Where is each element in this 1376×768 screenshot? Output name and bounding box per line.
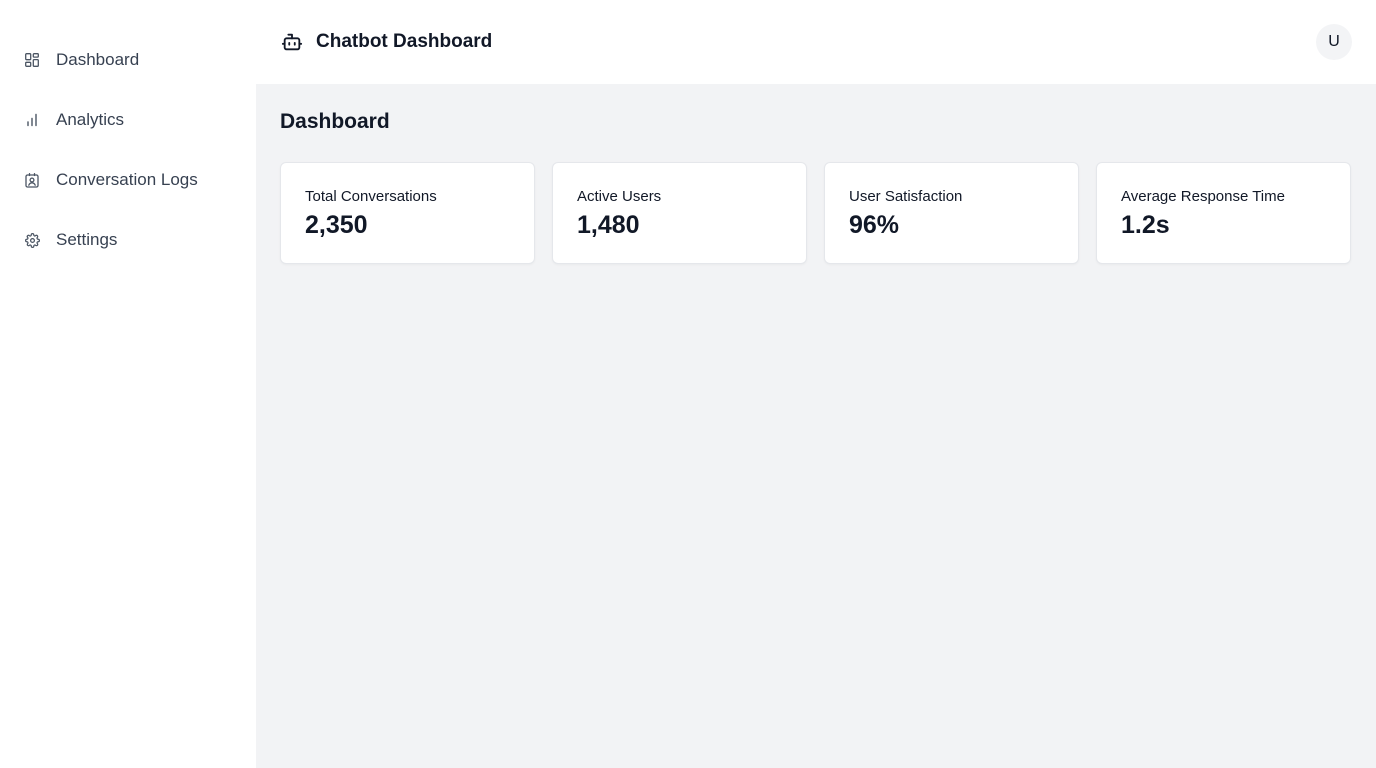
app-title: Chatbot Dashboard — [316, 31, 493, 52]
stat-value: 1,480 — [577, 211, 640, 239]
dashboard-grid-icon — [24, 52, 40, 68]
stats-cards: Total Conversations 2,350 Active Users 1… — [280, 162, 1352, 264]
sidebar-item-conversation-logs[interactable]: Conversation Logs — [0, 160, 256, 200]
stat-card-total-conversations: Total Conversations 2,350 — [280, 162, 535, 264]
sidebar-item-label: Analytics — [56, 110, 125, 129]
stat-label: Average Response Time — [1121, 188, 1285, 205]
stat-card-average-response-time: Average Response Time 1.2s — [1096, 162, 1351, 264]
stat-card-active-users: Active Users 1,480 — [552, 162, 807, 264]
stat-value: 96% — [849, 211, 900, 239]
sidebar-item-analytics[interactable]: Analytics — [0, 100, 256, 140]
sidebar-item-settings[interactable]: Settings — [0, 220, 256, 260]
sidebar-item-dashboard[interactable]: Dashboard — [0, 40, 256, 80]
sidebar: Dashboard Analytics Conversation Logs Se… — [0, 0, 256, 768]
bar-chart-icon — [24, 112, 40, 128]
top-header: Chatbot Dashboard U — [256, 0, 1376, 84]
stat-label: User Satisfaction — [849, 188, 963, 205]
stat-value: 1.2s — [1121, 211, 1170, 239]
sidebar-item-label: Settings — [56, 230, 118, 249]
page-title: Dashboard — [280, 110, 390, 133]
stat-card-user-satisfaction: User Satisfaction 96% — [824, 162, 1079, 264]
stat-label: Total Conversations — [305, 188, 437, 205]
stat-value: 2,350 — [305, 211, 368, 239]
gear-icon — [24, 232, 40, 248]
contact-log-icon — [24, 172, 40, 188]
sidebar-item-label: Dashboard — [56, 50, 140, 69]
bot-icon — [280, 30, 304, 54]
main-content: Dashboard Total Conversations 2,350 Acti… — [256, 84, 1376, 768]
sidebar-item-label: Conversation Logs — [56, 170, 198, 189]
avatar[interactable]: U — [1316, 24, 1352, 60]
stat-label: Active Users — [577, 188, 662, 205]
